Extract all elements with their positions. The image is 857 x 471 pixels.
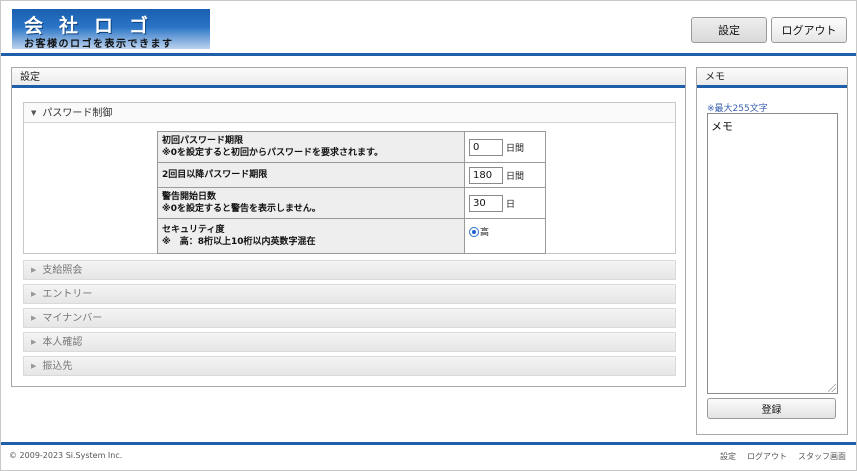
security-high-label: 高 [480,228,490,238]
section-label: 支給照会 [42,265,83,276]
section-label: 本人確認 [42,337,83,348]
header-divider [1,53,856,56]
section-entry[interactable]: ▶ エントリー [23,284,676,304]
settings-button[interactable]: 設定 [691,17,767,43]
row-label-title: 警告開始日数 [162,192,217,202]
unit-label: 日 [506,199,516,210]
footer-link-logout[interactable]: ログアウト [747,451,787,462]
footer-divider [1,442,856,445]
footer-links: 設定 ログアウト スタッフ画面 [720,451,846,462]
security-high-radio[interactable] [469,226,479,237]
section-label: マイナンバー [42,313,103,324]
section-identity-verification[interactable]: ▶ 本人確認 [23,332,676,352]
security-level-cell: 高 [464,218,546,254]
row-label-title: セキュリティ度 [162,225,225,235]
unit-label: 日間 [506,171,525,182]
memo-panel-title: メモ [697,68,847,88]
triangle-right-icon: ▶ [31,314,37,322]
memo-text: メモ [711,120,733,133]
second-password-period-input[interactable]: 180 [469,166,503,184]
logo-main-text: 会社ロゴ [24,15,165,37]
triangle-down-icon: ▼ [31,109,37,117]
password-settings-table: 初回パスワード期限 ※0を設定すると初回からパスワードを要求されます。 0 日間 … [157,131,546,254]
unit-label: 日間 [506,143,525,154]
settings-panel: 設定 ▼ パスワード制御 初回パスワード期限 ※0を設定すると初回からパスワードを… [11,67,686,387]
row-label-note: ※0を設定すると初回からパスワードを要求されます。 [162,148,384,158]
header: 会社ロゴ お客様のロゴを表示できます 設定 ログアウト [1,1,856,53]
footer-link-staff-screen[interactable]: スタッフ画面 [798,451,846,462]
triangle-right-icon: ▶ [31,362,37,370]
warning-start-days-input[interactable]: 30 [469,194,503,212]
section-my-number[interactable]: ▶ マイナンバー [23,308,676,328]
section-label: エントリー [42,289,93,300]
triangle-right-icon: ▶ [31,266,37,274]
section-bank-transfer[interactable]: ▶ 振込先 [23,356,676,376]
memo-textarea[interactable]: メモ [707,113,838,394]
security-level-label: セキュリティ度 ※ 高：8桁以上10桁以内英数字混在 [157,218,465,254]
register-button[interactable]: 登録 [707,398,836,419]
first-password-period-cell: 0 日間 [464,131,546,163]
warning-start-days-cell: 30 日 [464,187,546,219]
company-logo: 会社ロゴ お客様のロゴを表示できます [12,9,210,49]
copyright-text: © 2009-2023 Si.System Inc. [9,451,123,460]
table-row: 初回パスワード期限 ※0を設定すると初回からパスワードを要求されます。 0 日間 [157,131,546,163]
settings-panel-title: 設定 [12,68,685,88]
password-section: ▼ パスワード制御 初回パスワード期限 ※0を設定すると初回からパスワードを要求さ… [23,102,676,254]
row-label-note: ※0を設定すると警告を表示しません。 [162,204,321,214]
second-password-period-cell: 180 日間 [464,162,546,188]
first-password-period-input[interactable]: 0 [469,138,503,156]
section-label: 振込先 [42,361,73,372]
app-frame: 会社ロゴ お客様のロゴを表示できます 設定 ログアウト 設定 ▼ パスワード制御 … [0,0,857,471]
footer-link-settings[interactable]: 設定 [720,451,736,462]
logout-button[interactable]: ログアウト [771,17,847,43]
password-section-title: パスワード制御 [42,108,113,119]
second-password-period-label: 2回目以降パスワード期限 [157,162,465,188]
memo-panel: メモ ※最大255文字 メモ 登録 [696,67,848,435]
row-label-note: ※ 高：8桁以上10桁以内英数字混在 [162,237,316,247]
triangle-right-icon: ▶ [31,338,37,346]
password-section-header[interactable]: ▼ パスワード制御 [24,103,675,123]
warning-start-days-label: 警告開始日数 ※0を設定すると警告を表示しません。 [157,187,465,219]
row-label-title: 初回パスワード期限 [162,136,244,146]
resize-grip-icon[interactable] [828,384,836,392]
first-password-period-label: 初回パスワード期限 ※0を設定すると初回からパスワードを要求されます。 [157,131,465,163]
table-row: セキュリティ度 ※ 高：8桁以上10桁以内英数字混在 高 [157,218,546,254]
section-payment-inquiry[interactable]: ▶ 支給照会 [23,260,676,280]
row-label-title: 2回目以降パスワード期限 [162,170,268,180]
table-row: 2回目以降パスワード期限 180 日間 [157,162,546,188]
logo-sub-text: お客様のロゴを表示できます [24,39,174,49]
triangle-right-icon: ▶ [31,290,37,298]
table-row: 警告開始日数 ※0を設定すると警告を表示しません。 30 日 [157,187,546,219]
